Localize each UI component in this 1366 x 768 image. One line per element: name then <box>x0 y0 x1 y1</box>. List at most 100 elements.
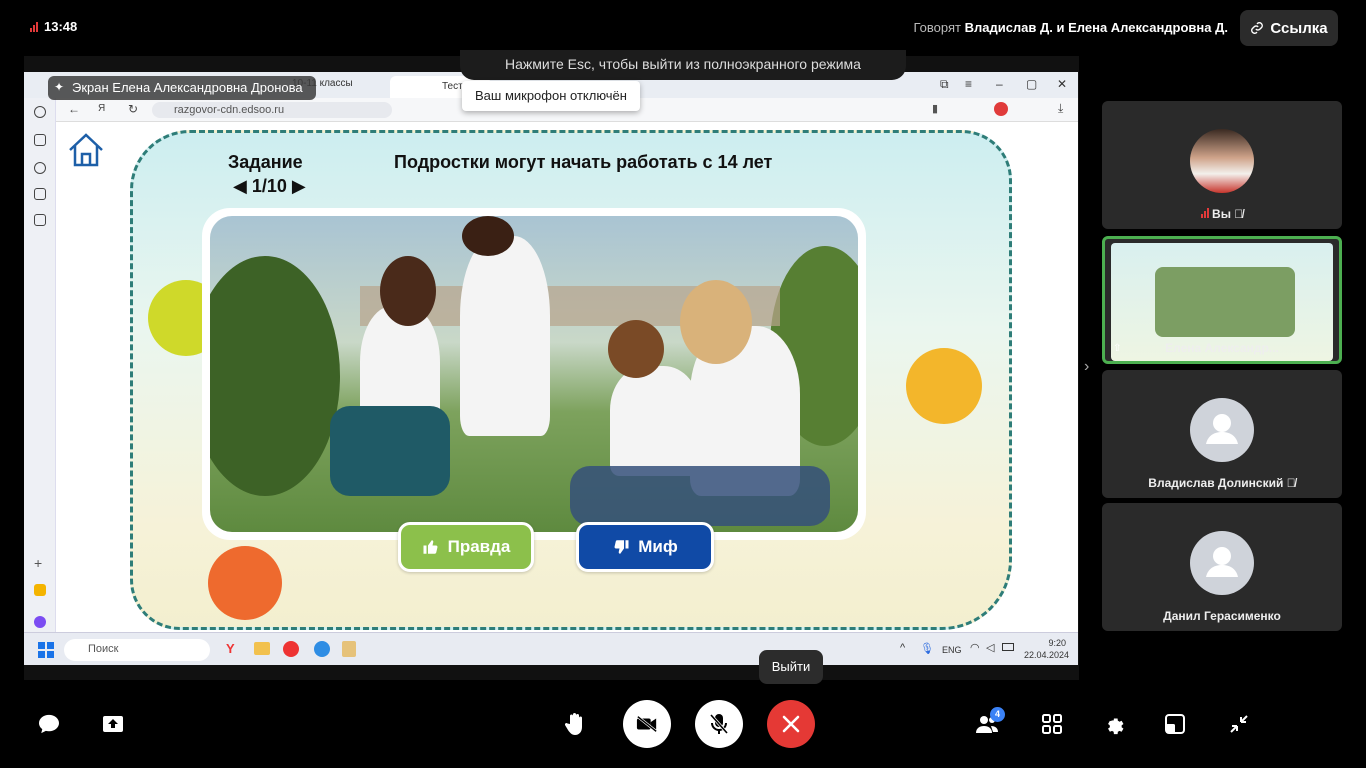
tray-mic-icon: 🎙 <box>920 643 934 655</box>
battery-icon[interactable] <box>1002 643 1014 651</box>
raise-hand-button[interactable] <box>562 710 588 738</box>
url-text: razgovor-cdn.edsoo.ru <box>174 104 285 116</box>
tab-count-icon[interactable] <box>34 188 46 200</box>
avatar <box>1190 531 1254 595</box>
mail-icon[interactable] <box>34 584 46 596</box>
collapse-icon <box>1230 715 1248 733</box>
settings-button[interactable] <box>1100 711 1126 737</box>
task-label: Задание <box>228 152 303 172</box>
tray-chevron-icon[interactable]: ^ <box>900 642 905 654</box>
collections-icon[interactable] <box>34 134 46 146</box>
grid-view-button[interactable] <box>1040 712 1064 736</box>
user-placeholder-icon <box>1206 547 1238 577</box>
status-time: 13:48 <box>30 19 77 34</box>
screen-owner-label: ✦ Экран Елена Александровна Дронова <box>48 76 316 100</box>
avatar <box>1190 129 1254 193</box>
keyboard-language[interactable]: ENG <box>942 645 962 655</box>
leave-tooltip: Выйти <box>759 650 823 684</box>
signal-icon <box>30 21 38 32</box>
yandex-icon[interactable]: Я <box>98 103 105 114</box>
fullscreen-hint: Нажмите Esc, чтобы выйти из полноэкранно… <box>460 50 906 80</box>
browser-tab-label: Тест <box>442 81 463 92</box>
screenshot-icon[interactable] <box>34 214 46 226</box>
leave-call-button[interactable] <box>767 700 815 748</box>
yandex-taskbar-icon[interactable] <box>283 641 299 657</box>
link-button-label: Ссылка <box>1270 19 1328 37</box>
participant-tile-self[interactable]: Вы 🎙̸ <box>1102 101 1342 229</box>
minimize-icon[interactable]: – <box>996 77 1003 91</box>
taskbar-search[interactable]: Поиск <box>64 639 210 661</box>
home-icon[interactable] <box>66 130 106 170</box>
raise-hand-icon <box>565 713 582 735</box>
thumbs-up-icon <box>423 540 438 554</box>
camera-off-icon <box>636 715 658 733</box>
screen-owner-text: Экран Елена Александровна Дронова <box>72 80 303 95</box>
photo-frame <box>202 208 866 540</box>
mic-toggle-button[interactable] <box>695 700 743 748</box>
tools-sticker <box>906 348 982 424</box>
close-icon <box>782 715 800 733</box>
menu-icon[interactable]: ≡ <box>965 77 972 91</box>
reload-icon[interactable]: ↻ <box>128 102 138 116</box>
task-counter[interactable]: ◀ 1/10 ▶ <box>233 176 306 197</box>
myth-button-label: Миф <box>638 537 678 556</box>
back-icon[interactable]: ← <box>68 102 80 116</box>
participant-name-text: Вы <box>1212 207 1231 221</box>
link-icon <box>1251 22 1264 34</box>
quiz-slide: Задание ◀ 1/10 ▶ Подростки могут начать … <box>56 122 1078 632</box>
browser-side-panel: + <box>24 98 56 658</box>
true-answer-button[interactable]: Правда <box>398 522 534 572</box>
shared-browser-window: 10-11 классы Тест ⧉ ≡ – ▢ ✕ ← Я ↻ razgov… <box>24 72 1078 665</box>
close-window-icon[interactable]: ✕ <box>1057 77 1067 91</box>
layout-icon <box>1165 714 1185 734</box>
add-icon[interactable]: + <box>34 556 46 570</box>
adblock-icon[interactable] <box>994 102 1008 116</box>
speakers-indicator: Говорят Владислав Д. и Елена Александров… <box>913 20 1228 35</box>
window-pin-icon[interactable]: ⧉ <box>940 77 949 92</box>
bookmark-icon[interactable]: ▮ <box>932 102 938 115</box>
alice-icon[interactable] <box>34 616 46 628</box>
signal-icon <box>1200 208 1209 218</box>
speakers-prefix: Говорят <box>913 20 961 35</box>
play-icon[interactable] <box>34 162 46 174</box>
participant-name: Елена Александр... <box>1165 341 1279 355</box>
windows-taskbar: Поиск Y ^ 🎙 ENG ◠ ◁ 9:20 22.04.2024 <box>24 632 1078 665</box>
taskbar-clock[interactable]: 9:20 22.04.2024 <box>1024 637 1070 661</box>
myth-answer-button[interactable]: Миф <box>576 522 714 572</box>
yandex-browser-taskbar-icon[interactable]: Y <box>226 641 240 656</box>
pin-icon[interactable]: ✦ <box>54 80 64 94</box>
chevron-right-icon[interactable]: › <box>1084 358 1089 376</box>
url-field[interactable]: razgovor-cdn.edsoo.ru <box>152 102 392 118</box>
share-screen-button[interactable] <box>100 712 126 736</box>
trash-sticker <box>208 546 282 620</box>
exit-fullscreen-button[interactable] <box>1227 712 1251 736</box>
layout-button[interactable] <box>1163 712 1187 736</box>
camera-toggle-button[interactable] <box>623 700 671 748</box>
media-taskbar-icon[interactable] <box>342 641 356 657</box>
mic-muted-toast: Ваш микрофон отключён <box>462 81 640 111</box>
volume-icon[interactable]: ◁ <box>986 641 994 654</box>
question-text: Подростки могут начать работать с 14 лет <box>394 152 773 172</box>
participant-name: Данил Герасименко <box>1163 609 1281 623</box>
maximize-icon[interactable]: ▢ <box>1026 77 1037 91</box>
participant-name: Вы 🎙̸ <box>1102 207 1342 221</box>
download-icon[interactable]: ⤓ <box>1058 101 1063 116</box>
participant-name-text: Владислав Долинский <box>1148 476 1284 490</box>
app-taskbar-icon[interactable] <box>314 641 330 657</box>
user-placeholder-icon <box>1206 414 1238 444</box>
link-button[interactable]: Ссылка <box>1240 10 1338 46</box>
clock-text: 13:48 <box>44 19 78 34</box>
thumbnail-photo <box>1155 267 1295 337</box>
taskbar-clock-time: 9:20 <box>1048 638 1066 648</box>
participant-tile-presenter[interactable]: ⇧ Елена Александр... <box>1102 236 1342 364</box>
history-icon[interactable] <box>34 106 46 118</box>
taskbar-clock-date: 22.04.2024 <box>1024 650 1070 660</box>
participant-tile[interactable]: Владислав Долинский 🎙̸ <box>1102 370 1342 498</box>
share-screen-icon <box>103 716 123 732</box>
chat-button[interactable] <box>36 712 62 736</box>
windows-start-icon[interactable] <box>38 642 54 658</box>
participant-tile[interactable]: Данил Герасименко <box>1102 503 1342 631</box>
grid-icon <box>1042 714 1062 734</box>
explorer-taskbar-icon[interactable] <box>254 642 270 655</box>
wifi-icon[interactable]: ◠ <box>970 641 980 654</box>
